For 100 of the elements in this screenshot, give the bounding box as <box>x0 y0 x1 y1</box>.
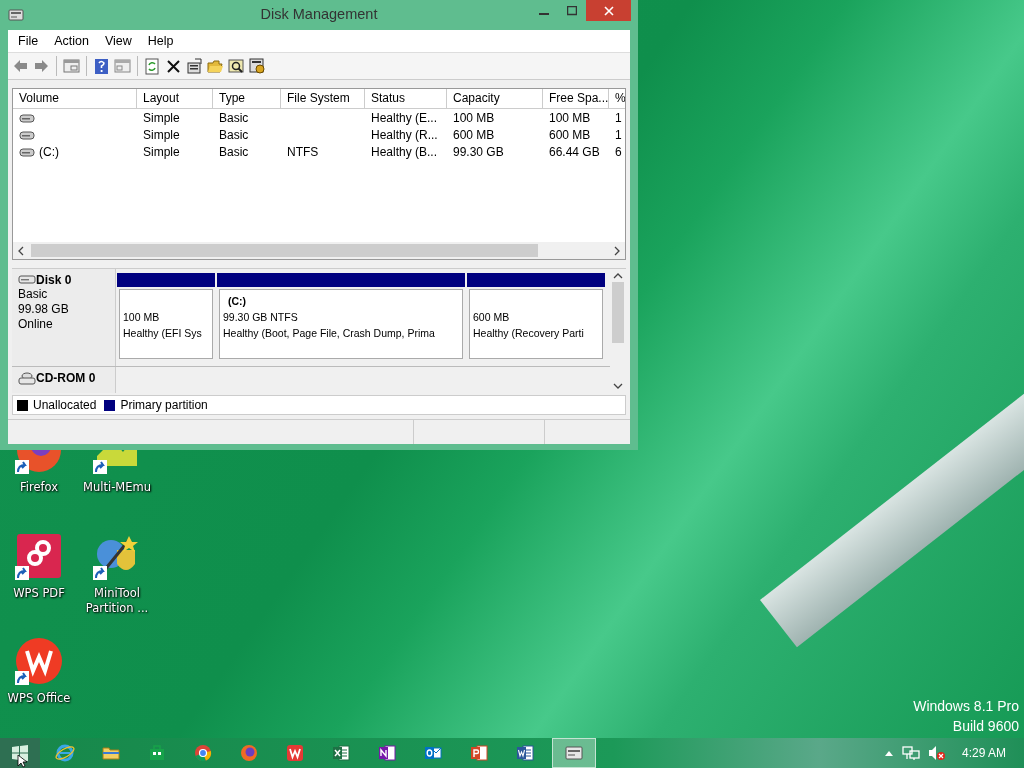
help-icon <box>93 57 110 75</box>
os-version-text: Windows 8.1 Pro <box>913 697 1019 716</box>
horizontal-scrollbar[interactable] <box>13 242 625 259</box>
table-cell: Simple <box>143 110 180 125</box>
os-version-text: Build 9600 <box>951 717 1019 736</box>
table-cell: Healthy (E... <box>371 110 438 125</box>
panel-icon <box>114 57 131 75</box>
browser-icon <box>193 743 213 763</box>
table-cell: 1 <box>615 110 622 125</box>
drive-icon <box>18 273 36 287</box>
scroll-left-icon[interactable] <box>17 245 25 256</box>
office-icon <box>285 743 305 763</box>
close-button[interactable] <box>586 0 631 21</box>
icon-label[interactable]: Firefox <box>4 480 74 495</box>
shopping-bag-icon <box>147 743 167 763</box>
forward-arrow-icon <box>33 57 50 75</box>
partition-label: (C:) <box>227 294 248 309</box>
table-cell: Basic <box>219 110 249 125</box>
open-folder-icon <box>207 57 224 75</box>
menu-item[interactable]: Action <box>46 34 97 48</box>
table-cell: 66.44 GB <box>549 144 600 159</box>
presentation-icon <box>469 743 489 763</box>
table-cell: 99.30 GB <box>453 144 504 159</box>
drive-icon <box>19 129 35 140</box>
table-cell: (C:) <box>39 144 59 159</box>
office-icon[interactable] <box>15 637 63 685</box>
column-header[interactable]: Layout <box>137 89 213 108</box>
clock-time[interactable]: 4:29 AM <box>961 746 1006 760</box>
network-icon[interactable] <box>901 745 920 761</box>
drive-icon <box>19 112 35 123</box>
table-cell: Basic <box>219 127 249 142</box>
minimize-icon <box>539 12 549 15</box>
taskbar-button[interactable] <box>552 738 596 768</box>
column-header[interactable]: Status <box>365 89 447 108</box>
properties-icon <box>186 57 203 75</box>
pdf-icon[interactable] <box>15 532 63 580</box>
column-header[interactable]: File System <box>281 89 365 108</box>
table-cell: 100 MB <box>453 110 495 125</box>
table-cell: 600 MB <box>453 127 495 142</box>
scroll-right-icon[interactable] <box>613 245 621 256</box>
icon-label[interactable]: MiniTool Partition ... <box>82 586 152 616</box>
table-cell: Simple <box>143 127 180 142</box>
settings-button[interactable] <box>247 55 268 77</box>
disk-detail: Basic <box>18 287 49 302</box>
menu-item[interactable]: File <box>10 34 47 48</box>
table-cell: 600 MB <box>549 127 591 142</box>
disk-name: CD-ROM 0 <box>36 371 96 385</box>
legend-label: Unallocated <box>33 398 97 412</box>
properties-button[interactable] <box>184 55 205 77</box>
start-button[interactable] <box>0 738 40 768</box>
disk-detail: 99.98 GB <box>18 302 70 317</box>
drive-icon <box>19 146 35 157</box>
partition-size: 600 MB <box>473 310 511 325</box>
table-cell: Basic <box>219 144 249 159</box>
menu-item[interactable]: Help <box>139 34 182 48</box>
column-header[interactable]: Free Spa... <box>543 89 609 108</box>
column-header[interactable]: Capacity <box>447 89 543 108</box>
table-cell: Healthy (R... <box>371 127 438 142</box>
search-icon <box>228 57 245 75</box>
partition-status: Healthy (Recovery Parti <box>473 326 585 341</box>
table-cell: 6 <box>615 144 622 159</box>
cd-drive-icon <box>18 371 36 385</box>
scrollbar-thumb[interactable] <box>612 282 624 343</box>
speaker-muted-icon[interactable] <box>927 745 946 761</box>
legend-label: Primary partition <box>120 398 208 412</box>
icon-label[interactable]: Multi-MEmu <box>82 480 152 495</box>
scroll-down-icon[interactable] <box>613 382 623 390</box>
scrollbar-thumb[interactable] <box>31 244 538 257</box>
panel-icon <box>63 57 80 75</box>
disk-name: Disk 0 <box>36 273 72 287</box>
mouse-cursor-icon <box>17 754 27 768</box>
partition-size: 100 MB <box>123 310 161 325</box>
disk-app-icon <box>8 7 24 23</box>
column-header[interactable]: Type <box>213 89 281 108</box>
partition-size: 99.30 GB NTFS <box>223 310 299 325</box>
caret-up-icon[interactable] <box>883 749 894 757</box>
document-icon <box>515 743 535 763</box>
notebook-icon <box>377 743 397 763</box>
table-cell: 100 MB <box>549 110 591 125</box>
browser-icon <box>55 743 75 763</box>
delete-icon <box>165 57 182 75</box>
maximize-icon <box>567 5 577 16</box>
scroll-up-icon[interactable] <box>613 272 623 280</box>
window-title: Disk Management <box>259 6 379 22</box>
refresh-icon <box>144 57 161 75</box>
column-header[interactable]: % <box>609 89 625 108</box>
icon-label[interactable]: WPS Office <box>4 691 74 706</box>
partition-status: Healthy (Boot, Page File, Crash Dump, Prima <box>223 326 436 341</box>
disk-app-icon <box>564 743 584 763</box>
table-cell: Simple <box>143 144 180 159</box>
menu-item[interactable]: View <box>96 34 140 48</box>
table-cell: Healthy (B... <box>371 144 438 159</box>
icon-label[interactable]: WPS PDF <box>4 586 74 601</box>
partition-status: Healthy (EFI Sys <box>123 326 203 341</box>
column-header[interactable]: Volume <box>13 89 137 108</box>
close-icon <box>603 5 614 16</box>
disk-detail: Online <box>18 317 54 332</box>
table-cell: NTFS <box>287 144 319 159</box>
browser-icon <box>239 743 259 763</box>
spreadsheet-icon <box>331 743 351 763</box>
